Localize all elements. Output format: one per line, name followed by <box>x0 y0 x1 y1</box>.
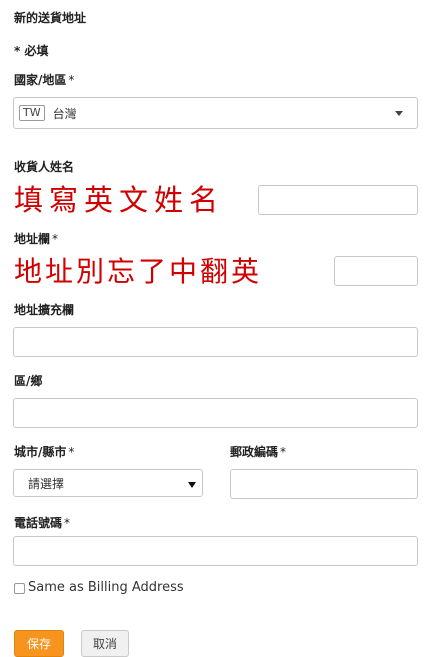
name-annotation: 填寫英文姓名 <box>14 183 225 217</box>
city-label-text: 城市/縣市 <box>14 445 67 459</box>
required-note: * 必填 <box>14 44 49 58</box>
address-annotation: 地址別忘了中翻英 <box>14 255 263 288</box>
district-input[interactable] <box>13 398 418 428</box>
same-as-billing-checkbox[interactable] <box>14 583 25 594</box>
address-label-text: 地址欄 <box>14 232 51 246</box>
address2-input[interactable] <box>13 327 418 357</box>
required-mark: * <box>68 445 75 459</box>
same-as-billing-label[interactable]: Same as Billing Address <box>28 580 184 595</box>
postal-code-input[interactable] <box>230 469 418 499</box>
form-title: 新的送貨地址 <box>14 11 87 25</box>
city-label: 城市/縣市 * <box>14 443 74 460</box>
required-mark: * <box>280 445 287 459</box>
district-label: 區/鄉 <box>14 374 43 388</box>
postal-code-label-text: 郵政編碼 <box>230 445 279 459</box>
recipient-name-label: 收貨人姓名 <box>14 160 75 174</box>
recipient-name-input[interactable] <box>258 185 418 215</box>
country-code-badge: TW <box>19 105 45 121</box>
address2-label: 地址擴充欄 <box>14 303 75 317</box>
required-mark: * <box>68 73 75 87</box>
required-mark: * <box>64 516 71 530</box>
city-select[interactable]: 請選擇 <box>13 469 203 497</box>
address-input[interactable] <box>334 256 418 286</box>
address-label: 地址欄 * <box>14 230 58 247</box>
chevron-down-icon <box>188 482 196 488</box>
country-selected-value: 台灣 <box>52 106 77 121</box>
country-label-text: 國家/地區 <box>14 73 67 87</box>
country-select[interactable]: TW 台灣 <box>13 97 418 129</box>
phone-label-text: 電話號碼 <box>14 516 63 530</box>
country-label: 國家/地區 * <box>14 71 74 88</box>
phone-input[interactable] <box>13 536 418 566</box>
required-mark: * <box>52 232 59 246</box>
postal-code-label: 郵政編碼 * <box>230 443 286 460</box>
cancel-button[interactable]: 取消 <box>81 630 129 657</box>
phone-label: 電話號碼 * <box>14 514 70 531</box>
save-button[interactable]: 保存 <box>14 630 64 657</box>
chevron-down-icon <box>395 111 403 116</box>
city-selected-value: 請選擇 <box>28 476 65 491</box>
